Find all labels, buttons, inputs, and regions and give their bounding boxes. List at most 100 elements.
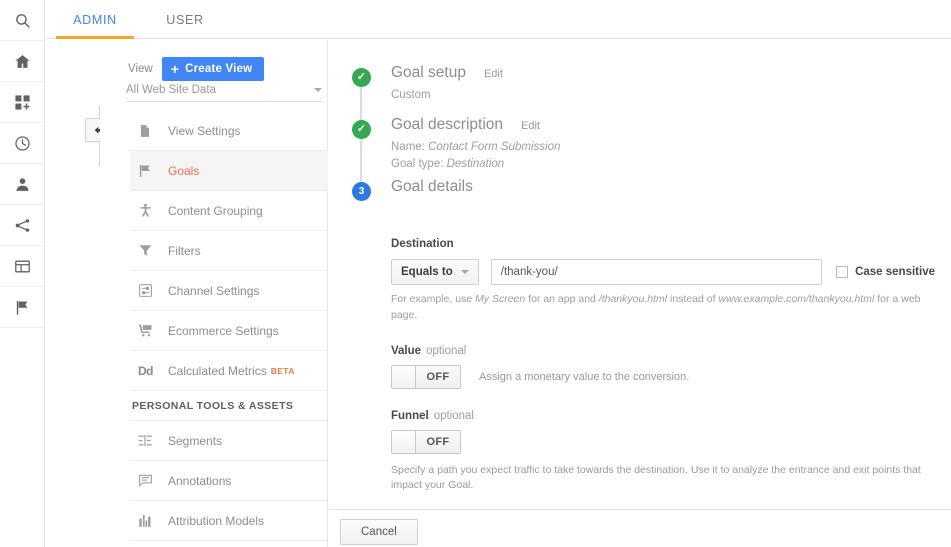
funnel-section: Funnel optional OFF Specify a path you ex… <box>391 410 935 495</box>
hint-part-2: for an app and <box>525 293 599 305</box>
goal-step-setup: ✓ Goal setup Edit Custom <box>345 64 935 120</box>
home-icon[interactable] <box>0 41 44 82</box>
search-icon[interactable] <box>0 0 44 41</box>
destination-label: Destination <box>391 238 454 250</box>
create-view-button[interactable]: + Create View <box>161 57 265 81</box>
flag-icon <box>138 163 168 178</box>
step-title: Goal setup <box>391 64 466 81</box>
sidebar-item-label: Filters <box>168 243 201 258</box>
destination-hint: For example, use My Screen for an app an… <box>391 292 935 324</box>
edit-link-goal-setup[interactable]: Edit <box>484 68 503 80</box>
annotation-bubble-icon <box>138 473 168 488</box>
audience-person-icon[interactable] <box>0 164 44 205</box>
destination-row: Equals to Case sensitive <box>391 259 935 285</box>
match-type-select[interactable]: Equals to <box>391 259 479 285</box>
hint-em-2: /thankyou.html <box>598 293 668 305</box>
sidebar-item-partial[interactable] <box>130 541 328 547</box>
match-type-value: Equals to <box>401 266 453 278</box>
value-toggle[interactable]: OFF <box>391 364 461 389</box>
goal-step-details: 3 Goal details <box>345 178 935 238</box>
dd-glyph-icon: Dd <box>138 363 154 378</box>
channel-settings-icon <box>138 283 168 298</box>
edit-link-goal-description[interactable]: Edit <box>521 120 540 132</box>
sidebar-item-segments[interactable]: Segments <box>130 421 328 461</box>
segments-icon <box>138 433 168 448</box>
sidebar-item-goals[interactable]: Goals <box>130 151 328 191</box>
sidebar-item-calculated-metrics[interactable]: Dd Calculated Metrics BETA <box>130 351 328 391</box>
sidebar-item-annotations[interactable]: Annotations <box>130 461 328 501</box>
customization-icon[interactable] <box>0 82 44 123</box>
sidebar-item-label: Content Grouping <box>168 203 263 218</box>
goal-type-label: Goal type: <box>391 158 444 171</box>
step-status-check-icon: ✓ <box>352 120 371 139</box>
step-summary: Custom <box>391 89 431 101</box>
funnel-label: Funnel <box>391 409 429 422</box>
tab-user[interactable]: USER <box>156 0 214 39</box>
section-header-personal-tools: PERSONAL TOOLS & ASSETS <box>130 391 328 421</box>
bottom-action-bar: Cancel <box>329 509 951 547</box>
goal-type-value: Destination <box>446 158 505 171</box>
goal-name-value: Contact Form Submission <box>428 141 561 153</box>
funnel-filter-icon <box>138 243 168 258</box>
conversions-flag-icon[interactable] <box>0 287 44 328</box>
case-sensitive-checkbox-group[interactable]: Case sensitive <box>836 266 935 278</box>
realtime-clock-icon[interactable] <box>0 123 44 164</box>
goal-wizard-panel: ✓ Goal setup Edit Custom ✓ Goal descript… <box>329 39 951 547</box>
destination-input[interactable] <box>490 259 823 285</box>
analytics-admin-page: ADMIN USER View + Create View All Web Si… <box>0 0 951 547</box>
bottom-cancel-button[interactable]: Cancel <box>340 519 418 545</box>
sidebar-item-label: Annotations <box>168 473 232 488</box>
beta-badge: BETA <box>270 365 295 376</box>
case-sensitive-checkbox[interactable] <box>836 266 849 278</box>
sidebar-item-attribution-models[interactable]: Attribution Models <box>130 501 328 541</box>
goal-name-label: Name: <box>391 141 425 153</box>
funnel-toggle-state: OFF <box>426 435 450 448</box>
step-summary: Name: Contact Form Submission Goal type:… <box>391 139 935 174</box>
hint-em-3: www.example.com/thankyou.html <box>718 293 875 305</box>
goal-details-form: Destination Equals to Case sensitive For… <box>345 238 935 547</box>
sidebar-item-label: Attribution Models <box>168 513 265 528</box>
create-view-label: Create View <box>185 63 253 75</box>
chevron-down-icon <box>314 88 322 92</box>
sidebar-item-label: Calculated Metrics <box>168 363 267 378</box>
view-select-dropdown[interactable]: All Web Site Data <box>126 84 322 102</box>
step-title: Goal details <box>391 178 473 195</box>
value-label: Value <box>391 344 422 357</box>
hint-part-1: For example, use <box>391 293 476 305</box>
step-title: Goal description <box>391 116 504 133</box>
value-section: Value optional OFF Assign a monetary valu… <box>391 345 935 389</box>
view-settings-column: View + Create View All Web Site Data Vie… <box>100 39 328 547</box>
funnel-optional-label: optional <box>433 409 474 422</box>
funnel-description: Specify a path you expect traffic to tak… <box>391 463 921 492</box>
shopping-cart-icon <box>138 323 168 338</box>
funnel-toggle[interactable]: OFF <box>391 429 461 454</box>
sidebar-item-content-grouping[interactable]: Content Grouping <box>130 191 328 231</box>
acquisition-share-icon[interactable] <box>0 205 44 246</box>
sidebar-item-label: Ecommerce Settings <box>168 323 279 338</box>
admin-user-tabs: ADMIN USER <box>46 0 951 39</box>
case-sensitive-label: Case sensitive <box>855 266 935 278</box>
step-number-badge: 3 <box>352 182 371 201</box>
chevron-down-icon <box>460 270 469 274</box>
sidebar-item-label: Channel Settings <box>168 283 260 298</box>
left-icon-rail <box>0 0 45 547</box>
sidebar-item-filters[interactable]: Filters <box>130 231 328 271</box>
hint-em-1: My Screen <box>475 293 526 305</box>
value-optional-label: optional <box>426 344 467 357</box>
behavior-window-icon[interactable] <box>0 246 44 287</box>
value-description: Assign a monetary value to the conversio… <box>479 370 690 383</box>
hint-part-3: instead of <box>667 293 719 305</box>
settings-menu: View Settings Goals Content Grouping Fil… <box>130 111 328 547</box>
sidebar-item-ecommerce-settings[interactable]: Ecommerce Settings <box>130 311 328 351</box>
goal-step-description: ✓ Goal description Edit Name: Contact Fo… <box>345 116 935 182</box>
sidebar-item-channel-settings[interactable]: Channel Settings <box>130 271 328 311</box>
value-toggle-state: OFF <box>426 370 450 383</box>
sidebar-item-view-settings[interactable]: View Settings <box>130 111 328 151</box>
sidebar-item-label: View Settings <box>168 123 241 138</box>
section-header-label: PERSONAL TOOLS & ASSETS <box>132 399 302 412</box>
toggle-knob <box>392 430 416 453</box>
view-label: View <box>128 63 153 75</box>
tab-admin[interactable]: ADMIN <box>56 0 134 39</box>
sidebar-item-label: Segments <box>168 433 223 448</box>
plus-icon: + <box>170 61 180 77</box>
